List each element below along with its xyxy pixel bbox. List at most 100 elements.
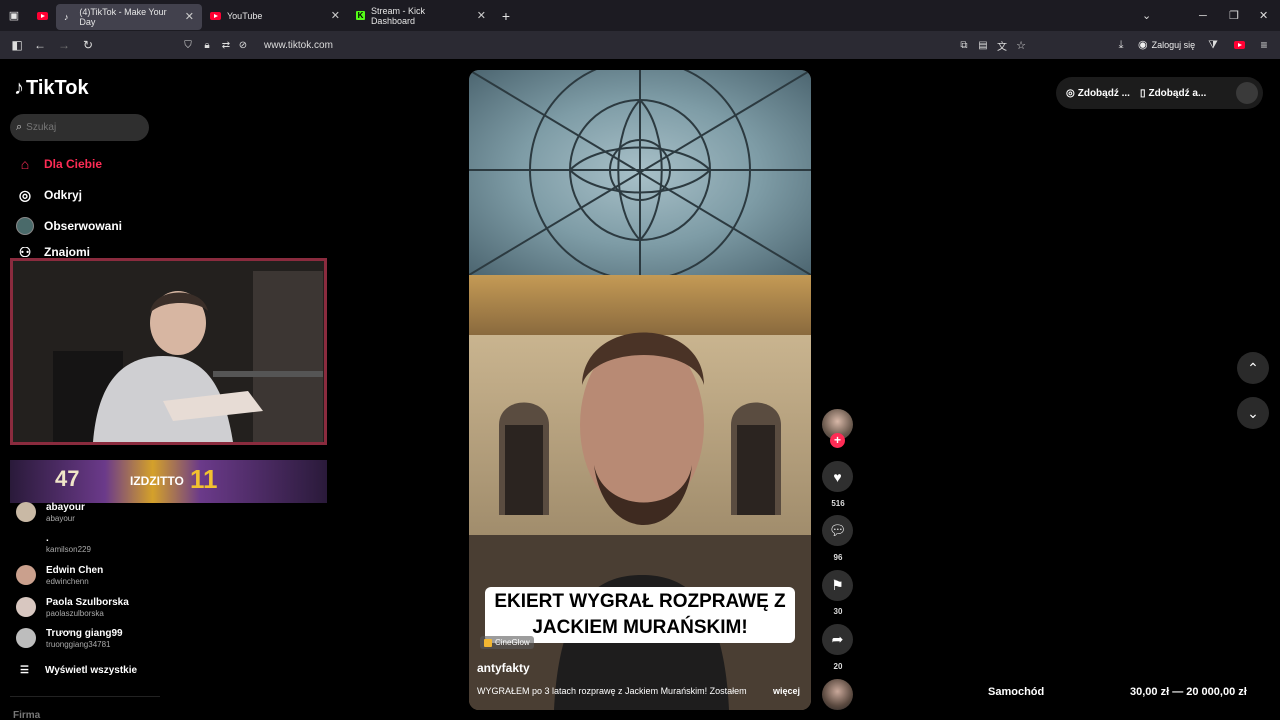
youtube-extension-icon[interactable] <box>1230 31 1248 59</box>
close-tab-icon[interactable]: ✕ <box>331 9 340 22</box>
comment-button[interactable]: 💬︎ <box>822 515 853 546</box>
shield-icon[interactable]: ⛉ <box>179 31 197 59</box>
following-account-item[interactable]: abayour abayour <box>16 502 85 523</box>
person-figure <box>554 332 729 710</box>
youtube-icon <box>210 11 221 20</box>
video-author[interactable]: antyfakty <box>477 661 530 675</box>
following-account-item[interactable]: Paola Szulborska paolaszulborska <box>16 597 129 618</box>
video-caption-overlay: EKIERT WYGRAŁ ROZPRAWĘ Z JACKIEM MURAŃSK… <box>485 587 795 643</box>
tab-title: YouTube <box>227 10 263 21</box>
tiktok-page: ♪ TikTok ⌕ ⌂ Dla Ciebie ◎ Odkryj Obserwo… <box>0 59 1280 720</box>
account-name: Paola Szulborska <box>46 597 129 608</box>
close-icon: ✕ <box>1259 10 1269 22</box>
see-all-following-button[interactable]: ☰ Wyświetl wszystkie <box>20 665 137 676</box>
next-video-button[interactable]: ⌄ <box>1237 397 1269 429</box>
get-coins-label: Zdobądź ... <box>1077 87 1130 99</box>
permissions-icon[interactable]: ⇄ <box>217 31 235 59</box>
sidebar-item-explore[interactable]: ◎ Odkryj <box>16 186 82 204</box>
sidebar-item-label: Obserwowani <box>44 219 123 233</box>
downloads-icon[interactable]: ⤓ <box>1112 31 1130 59</box>
avatar <box>16 565 36 585</box>
video-description: WYGRAŁEM po 3 latach rozprawę z Jackiem … <box>477 686 747 696</box>
video-person <box>554 275 729 710</box>
effect-icon <box>484 638 492 647</box>
tiktok-logo[interactable]: ♪ TikTok <box>14 77 89 100</box>
close-tab-icon[interactable]: ✕ <box>477 9 486 22</box>
translate-icon[interactable]: 文 <box>993 31 1011 59</box>
picture-in-picture-icon[interactable]: ⧉ <box>955 31 973 59</box>
like-button[interactable]: ♥ <box>822 461 853 492</box>
like-count: 516 <box>831 499 845 508</box>
reader-view-icon[interactable]: ▤ <box>974 31 992 59</box>
share-icon: ➦ <box>831 631 844 647</box>
tab-tiktok[interactable]: ♪ (4)TikTok - Make Your Day ✕ <box>56 3 202 30</box>
account-handle: abayour <box>46 514 75 523</box>
chevron-down-icon: ⌄ <box>1142 10 1152 22</box>
more-button[interactable]: więcej <box>773 686 800 696</box>
account-handle: kamilson229 <box>46 545 91 554</box>
kick-icon: K <box>356 11 365 20</box>
search-input[interactable] <box>26 122 137 133</box>
streamer-webcam-overlay <box>10 258 327 445</box>
get-app-button[interactable]: ▯ Zdobądź a... <box>1140 88 1206 99</box>
youtube-icon <box>1233 41 1245 49</box>
bookmark-star-icon[interactable]: ☆ <box>1012 31 1030 59</box>
next-creator-avatar[interactable] <box>822 679 853 710</box>
video-ceiling-glass <box>469 70 811 281</box>
get-app-label: Zdobądź a... <box>1148 87 1207 99</box>
sidebar-item-for-you[interactable]: ⌂ Dla Ciebie <box>16 155 102 173</box>
account-handle: edwinchenn <box>46 577 89 586</box>
following-account-item[interactable]: . kamilson229 <box>16 533 91 554</box>
search-box[interactable]: ⌕ <box>10 114 149 141</box>
new-tab-button[interactable]: + <box>494 0 518 31</box>
minimize-button[interactable]: ─ <box>1199 0 1207 31</box>
reload-icon[interactable]: ↻ <box>79 31 97 59</box>
tiktok-icon: ♪ <box>64 11 69 22</box>
phone-icon: ▯ <box>1139 87 1146 99</box>
tab-overview-button[interactable]: ▣ <box>0 0 28 31</box>
banner-name: IZDZITTO <box>130 474 184 488</box>
account-name: . <box>46 533 49 544</box>
app-menu-icon[interactable]: ≡ <box>1255 31 1273 59</box>
sidebar-toggle-icon[interactable]: ◧ <box>8 31 26 59</box>
effect-label: CineGlow <box>495 638 530 647</box>
ad-price: 30,00 zł — 20 000,00 zł <box>1130 686 1247 698</box>
save-button[interactable]: ⚑ <box>822 570 853 601</box>
chevron-down-icon: ⌄ <box>1247 404 1259 421</box>
tab-list-button[interactable]: ⌄ <box>1142 0 1151 31</box>
extensions-icon[interactable]: ⧩ <box>1204 31 1222 59</box>
restore-button[interactable]: ❐ <box>1229 0 1239 31</box>
effect-tag[interactable]: CineGlow <box>480 636 534 649</box>
tab-youtube[interactable]: YouTube ✕ <box>202 0 348 31</box>
profile-avatar[interactable] <box>1236 82 1258 104</box>
tab-title: (4)TikTok - Make Your Day <box>79 6 167 27</box>
save-count: 30 <box>833 607 843 616</box>
avatar <box>16 597 36 617</box>
comment-count: 96 <box>833 553 843 562</box>
pinned-youtube-tab[interactable] <box>28 0 56 31</box>
comment-icon: 💬︎ <box>828 522 847 538</box>
close-tab-icon[interactable]: ✕ <box>185 10 194 23</box>
forward-icon[interactable]: → <box>55 31 73 59</box>
sidebar-item-friends[interactable]: ⚇ Znajomi <box>16 247 90 257</box>
following-account-item[interactable]: Edwin Chen edwinchenn <box>16 565 103 586</box>
lock-icon[interactable]: 🔒︎ <box>198 31 216 59</box>
share-button[interactable]: ➦ <box>822 624 853 655</box>
video-player[interactable]: EKIERT WYGRAŁ ROZPRAWĘ Z JACKIEM MURAŃSK… <box>469 70 811 710</box>
camera-blocked-icon[interactable]: ⊘ <box>234 31 252 59</box>
back-icon[interactable]: ← <box>31 31 49 59</box>
close-window-button[interactable]: ✕ <box>1259 0 1268 31</box>
follow-plus-icon[interactable]: + <box>830 433 845 448</box>
get-coins-button[interactable]: ◎ Zdobądź ... <box>1066 88 1130 99</box>
account-login-button[interactable]: ◉ Zaloguj się <box>1138 38 1195 51</box>
following-account-item[interactable]: Trương giang99 truonggiang34781 <box>16 628 123 649</box>
plus-icon: + <box>501 7 511 24</box>
youtube-icon <box>36 11 48 20</box>
tiktok-note-icon: ♪ <box>14 77 24 99</box>
url-bar[interactable]: www.tiktok.com <box>264 40 333 51</box>
sidebar-item-following[interactable]: Obserwowani <box>16 217 122 235</box>
tab-kick[interactable]: K Stream - Kick Dashboard ✕ <box>348 0 494 31</box>
avatar <box>16 533 36 553</box>
previous-video-button[interactable]: ⌃ <box>1237 352 1269 384</box>
share-count: 20 <box>833 662 843 671</box>
